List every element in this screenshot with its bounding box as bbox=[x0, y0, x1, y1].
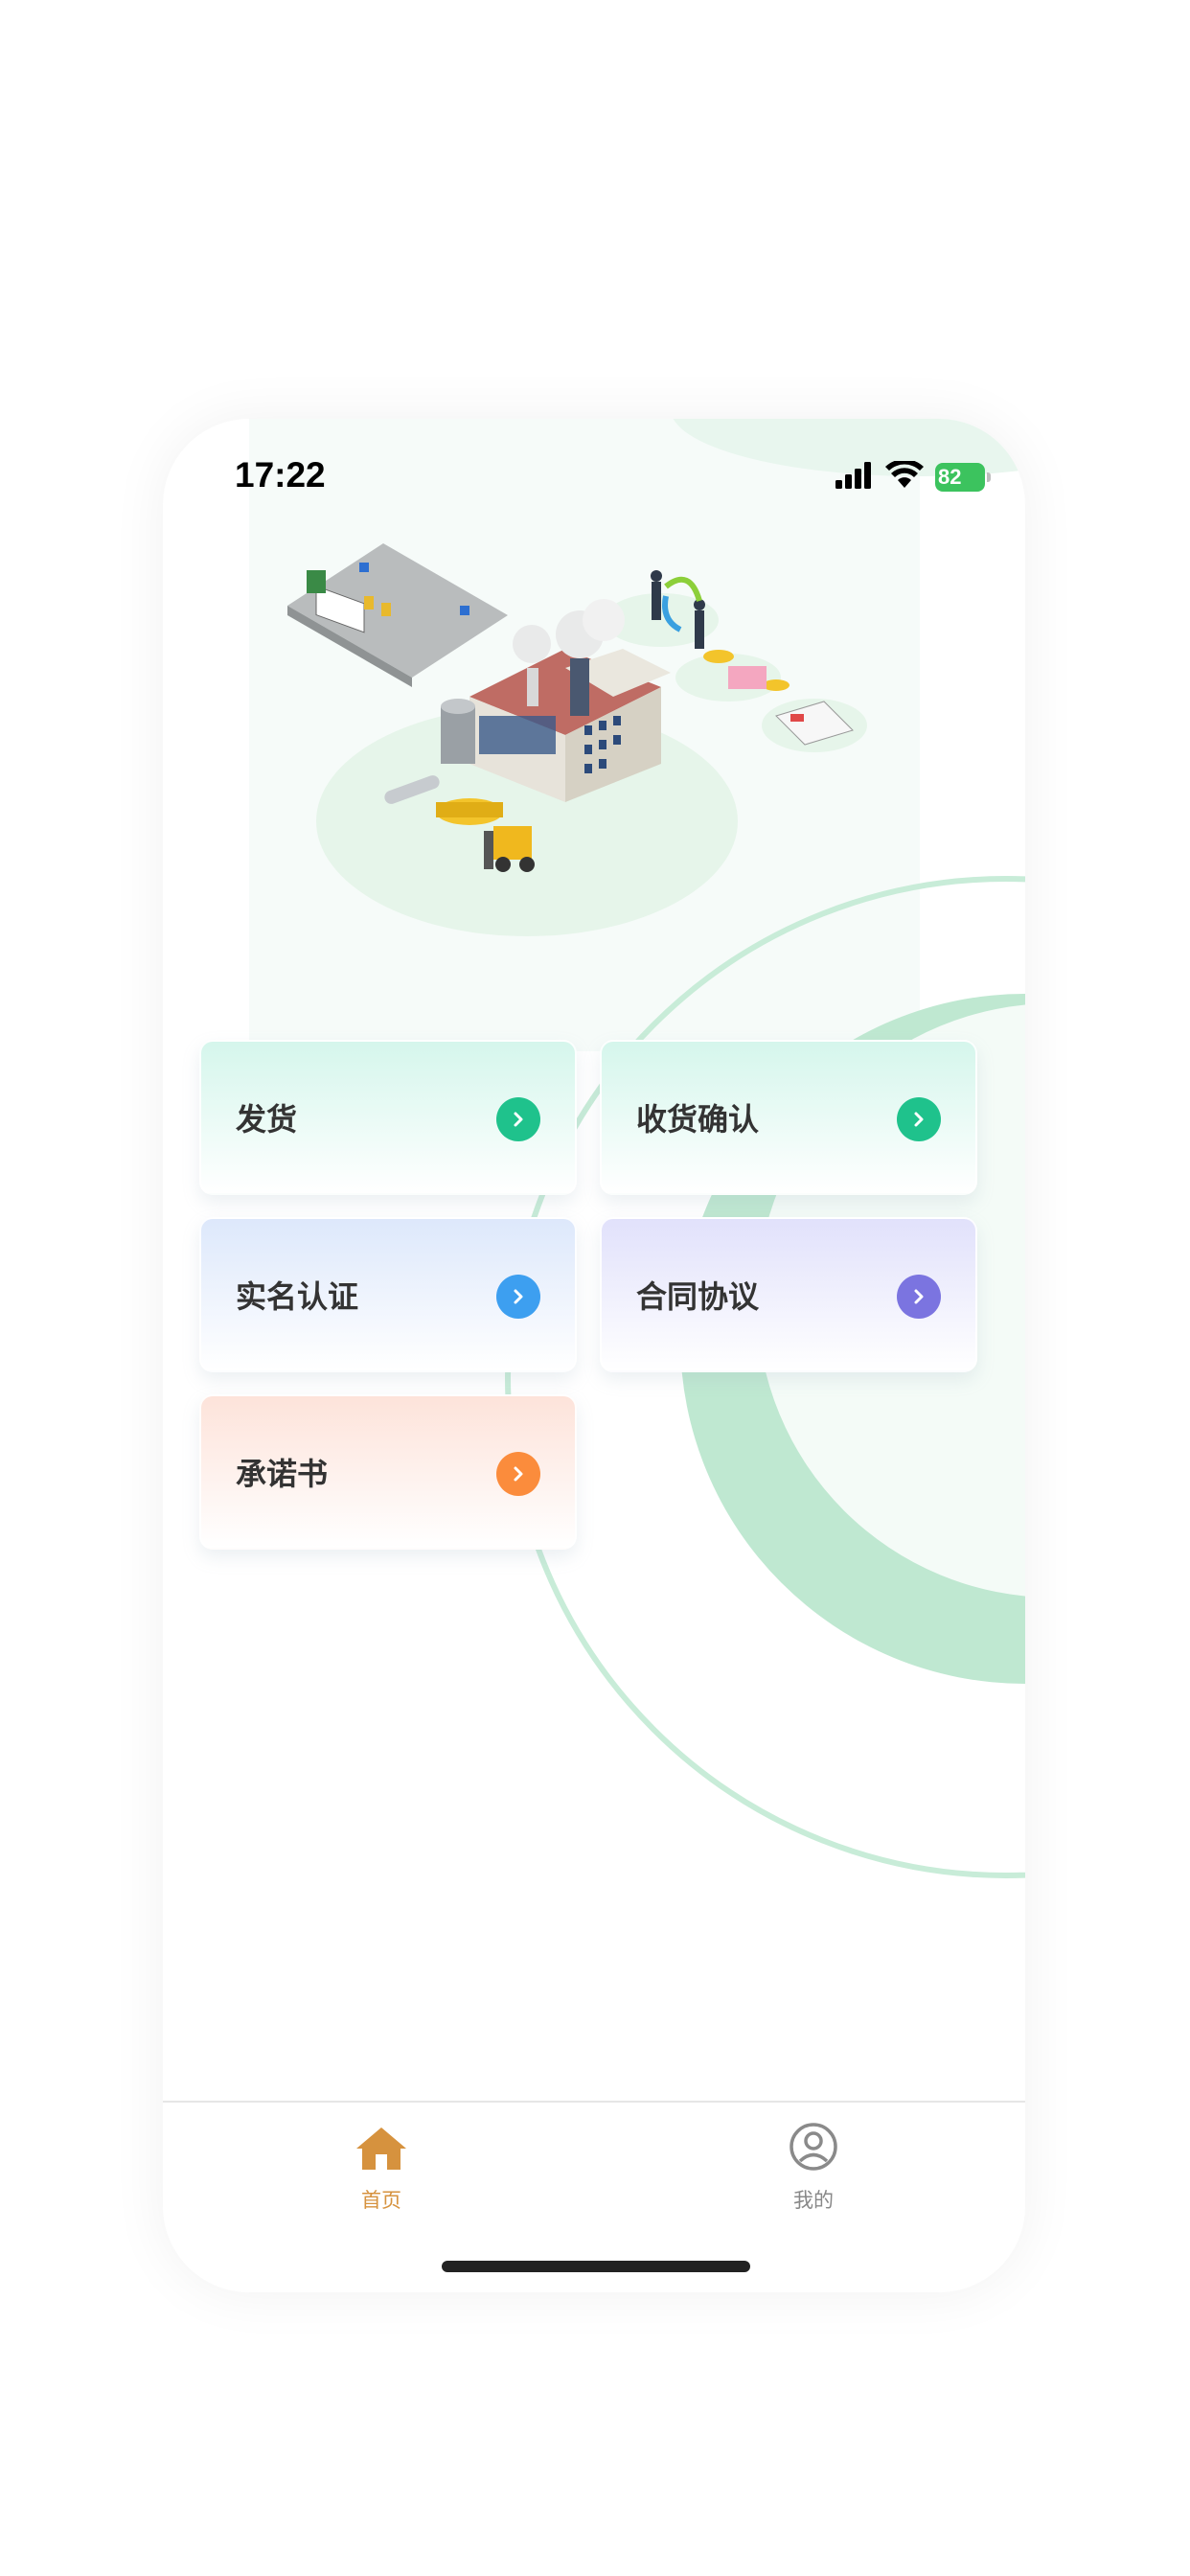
tab-home[interactable]: 首页 bbox=[305, 2112, 458, 2214]
menu-card-receipt-confirm[interactable]: 收货确认 bbox=[600, 1040, 977, 1195]
menu-card-label: 承诺书 bbox=[236, 1456, 329, 1492]
menu-card-ship[interactable]: 发货 bbox=[199, 1040, 577, 1195]
tab-home-label: 首页 bbox=[361, 2189, 401, 2212]
factory-logistics-illustration bbox=[287, 543, 867, 936]
menu-card-identity-verification[interactable]: 实名认证 bbox=[199, 1217, 577, 1372]
chevron-right-icon bbox=[496, 1275, 540, 1319]
chevron-right-icon bbox=[496, 1097, 540, 1141]
chevron-right-icon bbox=[897, 1097, 941, 1141]
chevron-right-icon bbox=[897, 1275, 941, 1319]
battery-icon: 82 bbox=[935, 463, 991, 492]
signal-icon bbox=[835, 462, 874, 493]
home-icon bbox=[305, 2112, 458, 2172]
status-time: 17:22 bbox=[235, 455, 326, 494]
tab-mine-label: 我的 bbox=[793, 2189, 834, 2212]
home-indicator[interactable] bbox=[442, 2261, 750, 2272]
tab-mine[interactable]: 我的 bbox=[737, 2112, 890, 2214]
menu-card-label: 发货 bbox=[236, 1101, 298, 1138]
status-icons: 82 bbox=[835, 459, 991, 494]
menu-card-label: 合同协议 bbox=[636, 1278, 760, 1315]
menu-card-label: 实名认证 bbox=[236, 1278, 359, 1315]
chevron-right-icon bbox=[496, 1452, 540, 1496]
phone-screen: 17:22 82 发货 收货确认 实名认证 合同协议 承诺书 首页 我的 bbox=[163, 419, 1025, 2292]
user-icon bbox=[737, 2112, 890, 2172]
menu-card-commitment-letter[interactable]: 承诺书 bbox=[199, 1394, 577, 1550]
battery-level: 82 bbox=[938, 465, 962, 489]
menu-card-label: 收货确认 bbox=[636, 1101, 760, 1138]
status-bar: 17:22 82 bbox=[163, 419, 1025, 534]
menu-card-contract[interactable]: 合同协议 bbox=[600, 1217, 977, 1372]
wifi-icon bbox=[885, 459, 924, 494]
